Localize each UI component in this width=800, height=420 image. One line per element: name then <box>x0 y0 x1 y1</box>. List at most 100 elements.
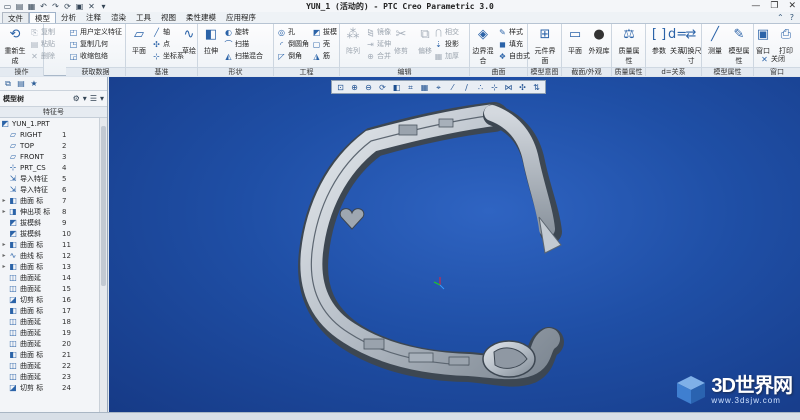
boundary-blend-button[interactable]: ◈ 边界混合 <box>470 26 496 66</box>
collapse-ribbon-icon[interactable]: ⌃ <box>777 13 784 22</box>
mirror-icon: ⧎ <box>367 27 374 37</box>
style-button[interactable]: ✎ 样式 <box>498 27 523 37</box>
switch-dimensions-button[interactable]: ⇄ 切换尺寸 <box>680 26 702 66</box>
dropdown-icon[interactable]: ▾ <box>100 94 104 103</box>
tree-root[interactable]: ◩ YUN_1.PRT <box>0 118 100 129</box>
freestyle-button[interactable]: ❖ 自由式 <box>498 51 530 61</box>
tree-item[interactable]: ▸ ∿ 曲线 标 12 <box>0 250 100 261</box>
tree-item[interactable]: ⇲ 导入特征 5 <box>0 173 100 184</box>
tree-item[interactable]: ◪ 切剪 标 24 <box>0 382 100 393</box>
tree-item[interactable]: ⊹ PRT_CS 4 <box>0 162 100 173</box>
ring-model[interactable] <box>109 77 800 412</box>
section-plane-button[interactable]: ▭ 平面 <box>562 26 588 56</box>
tab-analysis[interactable]: 分析 <box>56 12 81 23</box>
tree-item[interactable]: ◫ 曲面延 22 <box>0 360 100 371</box>
tab-view[interactable]: 视图 <box>156 12 181 23</box>
expand-arrow-icon[interactable]: ▸ <box>0 241 8 248</box>
expand-arrow-icon[interactable]: ▸ <box>0 252 8 259</box>
tree-item[interactable]: ▸ ◧ 曲面 标 11 <box>0 239 100 250</box>
tab-render[interactable]: 渲染 <box>106 12 131 23</box>
tree-item[interactable]: ▸ ◨ 伸出项 标 8 <box>0 206 100 217</box>
tree-item[interactable]: ◫ 曲面延 19 <box>0 327 100 338</box>
pattern-button[interactable]: ⁂ 阵列 <box>340 26 366 56</box>
folder-browser-tab-icon[interactable]: ▤ <box>16 79 26 89</box>
expand-arrow-icon[interactable]: ▸ <box>0 197 8 204</box>
tree-scrollbar[interactable] <box>99 118 107 420</box>
tree-item[interactable]: ◫ 曲面延 20 <box>0 338 100 349</box>
project-button[interactable]: ⇣ 投影 <box>434 39 459 49</box>
tree-item[interactable]: ◫ 曲面延 14 <box>0 272 100 283</box>
model-properties-button[interactable]: ✎ 模型属性 <box>726 26 752 66</box>
trim-button[interactable]: ✂ 修剪 <box>388 26 414 56</box>
tree-item[interactable]: ▸ ◧ 曲面 标 7 <box>0 195 100 206</box>
tree-item[interactable]: ◪ 切剪 标 16 <box>0 294 100 305</box>
axis-button[interactable]: ╱ 轴 <box>152 27 170 37</box>
show-icon[interactable]: ☰ <box>90 94 97 103</box>
delete-button[interactable]: ✕ 删除 <box>30 51 55 61</box>
mass-properties-button[interactable]: ⚖ 质量属性 <box>616 26 642 66</box>
appearance-gallery-button[interactable]: ● 外观库 <box>586 26 612 56</box>
shell-button[interactable]: ▢ 壳 <box>312 39 330 49</box>
tab-tools[interactable]: 工具 <box>131 12 156 23</box>
graphics-viewport[interactable]: ⊡ ⊕ ⊖ ⟳ ◧ ⌗ ▦ ⌖ ⁄ ∕ ∴ ⊹ ⋈ ✣ ⇅ 3D世界网 www.… <box>109 77 800 412</box>
help-icon[interactable]: ? <box>790 13 794 22</box>
tab-file[interactable]: 文件 <box>2 12 29 23</box>
shrinkwrap-button[interactable]: ◲ 收缩包络 <box>69 51 108 61</box>
print-button[interactable]: ⎙ 打印 <box>774 26 798 56</box>
tree-item[interactable]: ▱ FRONT 3 <box>0 151 100 162</box>
fill-button[interactable]: ◼ 填充 <box>498 39 523 49</box>
settings-icon[interactable]: ⚙ <box>73 94 80 103</box>
tree-item[interactable]: ▸ ◧ 曲面 标 13 <box>0 261 100 272</box>
tab-model[interactable]: 模型 <box>29 12 56 23</box>
tree-item[interactable]: ▱ TOP 2 <box>0 140 100 151</box>
copy-button[interactable]: ⎘ 复制 <box>30 27 55 37</box>
tab-flexible-modeling[interactable]: 柔性建模 <box>181 12 221 23</box>
expand-arrow-icon[interactable]: ▸ <box>0 263 8 270</box>
tree-item[interactable]: ◫ 曲面延 23 <box>0 371 100 382</box>
udf-button[interactable]: ◰ 用户定义特征 <box>69 27 122 37</box>
tree-item-label: 曲面延 <box>20 317 41 326</box>
tree-item[interactable]: ⇲ 导入特征 6 <box>0 184 100 195</box>
tree-item[interactable]: ▱ RIGHT 1 <box>0 129 100 140</box>
tree-item[interactable]: ◫ 曲面延 15 <box>0 283 100 294</box>
expand-arrow-icon[interactable]: ▸ <box>0 208 8 215</box>
tab-applications[interactable]: 应用程序 <box>221 12 261 23</box>
round-button[interactable]: ◜ 倒圆角 <box>277 39 309 49</box>
pattern-icon: ⁂ <box>346 27 360 42</box>
scrollbar-thumb[interactable] <box>101 126 106 286</box>
thicken-button[interactable]: ▦ 加厚 <box>434 51 459 61</box>
feature-icon: ▱ <box>9 130 17 139</box>
tree-item[interactable]: ◩ 拔模斜 10 <box>0 228 100 239</box>
datum-plane-button[interactable]: ▱ 平面 <box>126 26 152 56</box>
point-button[interactable]: ✣ 点 <box>152 39 170 49</box>
tree-item[interactable]: ◧ 曲面 标 17 <box>0 305 100 316</box>
model-properties-icon: ✎ <box>733 27 745 42</box>
tab-annotate[interactable]: 注释 <box>81 12 106 23</box>
sweep-button[interactable]: ⌒ 扫描 <box>224 39 250 49</box>
tree-column-header[interactable]: 特征号 <box>0 107 107 118</box>
copy-geometry-button[interactable]: ◳ 复制几何 <box>69 39 108 49</box>
extrude-button[interactable]: ◧ 拉伸 <box>198 26 224 56</box>
project-icon: ⇣ <box>435 39 442 49</box>
swept-blend-button[interactable]: ◭ 扫描混合 <box>224 51 263 61</box>
intersect-button[interactable]: ⋂ 相交 <box>434 27 459 37</box>
draft-button[interactable]: ◩ 拔模 <box>312 27 337 37</box>
model-tree-tab-icon[interactable]: ⧉ <box>3 79 13 89</box>
rib-button[interactable]: ◮ 筋 <box>312 51 330 61</box>
regenerate-button[interactable]: ⟲ 重新生成 <box>2 26 28 66</box>
chamfer-button[interactable]: ◸ 倒角 <box>277 51 302 61</box>
component-interface-button[interactable]: ⊞ 元件界面 <box>532 26 558 66</box>
tree-item[interactable]: ◧ 曲面 标 21 <box>0 349 100 360</box>
tree-item[interactable]: ◩ 拔模斜 9 <box>0 217 100 228</box>
revolve-button[interactable]: ◐ 旋转 <box>224 27 249 37</box>
minimize-button[interactable]: — <box>751 0 760 12</box>
close-button[interactable]: ✕ <box>788 0 796 12</box>
favorites-tab-icon[interactable]: ★ <box>29 79 39 89</box>
window-button[interactable]: ▣ 窗口 <box>752 26 774 56</box>
measure-button[interactable]: ╱ 测量 <box>702 26 728 56</box>
hole-button[interactable]: ◎ 孔 <box>277 27 295 37</box>
dropdown-icon[interactable]: ▾ <box>83 94 87 103</box>
paste-button[interactable]: ▤ 粘贴 <box>30 39 55 49</box>
maximize-button[interactable]: ❐ <box>770 0 778 12</box>
tree-item[interactable]: ◫ 曲面延 18 <box>0 316 100 327</box>
